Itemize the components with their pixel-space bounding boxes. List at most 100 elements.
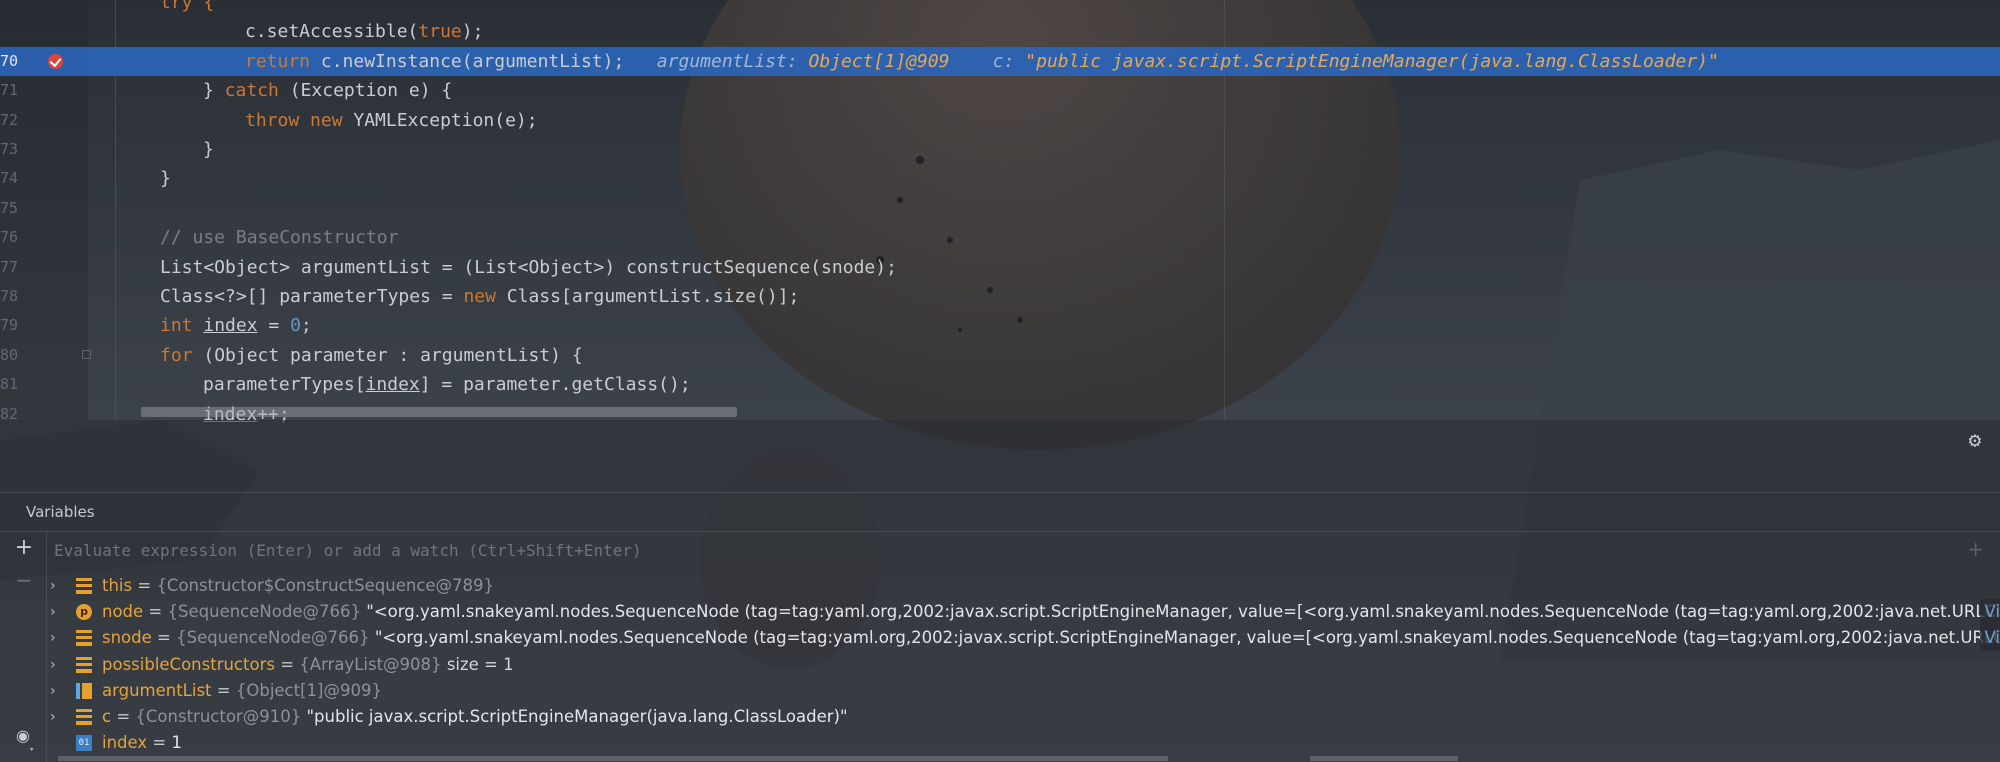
code-line[interactable]: try { (0, 0, 2000, 17)
chevron-right-icon[interactable]: › (50, 652, 64, 678)
variable-name: node (102, 602, 144, 622)
variables-side-toolbar: + − ◉ ▾ (0, 531, 47, 762)
breakpoint-check-icon[interactable] (48, 53, 63, 69)
variable-value: "<org.yaml.snakeyaml.nodes.SequenceNode … (374, 628, 2000, 648)
code-text: } (203, 135, 214, 164)
variable-row-argumentList[interactable]: › argumentList = {Object[1]@909} (46, 678, 2000, 704)
add-watch-plus-icon[interactable]: + (1967, 538, 1984, 560)
field-variable-icon (76, 630, 92, 647)
code-line[interactable]: 78 Class<?>[] parameterTypes = new Class[… (0, 282, 2000, 311)
variable-value: "<org.yaml.snakeyaml.nodes.SequenceNode … (366, 602, 2000, 622)
view-more-link[interactable]: Vi (1980, 625, 2000, 652)
scrollbar-thumb-secondary[interactable] (1310, 756, 1458, 761)
field-variable-icon (76, 709, 92, 725)
chevron-right-icon[interactable]: › (50, 704, 64, 730)
code-line[interactable]: 73} (0, 135, 2000, 164)
code-token: // use BaseConstructor (160, 227, 399, 249)
equals-sign: = (211, 680, 236, 700)
gear-icon[interactable]: ⚙ (1964, 429, 1986, 451)
param-variable-icon: p (76, 604, 92, 621)
code-line[interactable]: 79 int index = 0; (0, 311, 2000, 340)
code-token: for (160, 344, 204, 366)
code-editor[interactable]: try { c.setAccessible(true); 70 return c.ne… (0, 0, 2000, 425)
code-line-current-breakpoint[interactable]: 70 return c.newInstance(argumentList); ar… (0, 46, 2000, 76)
plus-icon[interactable]: + (13, 537, 35, 559)
code-token: return (245, 50, 321, 72)
line-number: 70 (0, 51, 19, 70)
code-token: (Object parameter : argumentList) { (203, 344, 583, 366)
equals-sign: = (132, 576, 157, 595)
variable-name: this (102, 576, 133, 595)
variables-horizontal-scrollbar[interactable] (0, 756, 2000, 762)
variable-text: c = {Constructor@910} "public javax.scri… (102, 704, 848, 730)
line-number: 79 (0, 316, 19, 335)
code-text: try { (160, 0, 214, 17)
code-token: try { (160, 0, 215, 13)
eye-icon[interactable]: ◉ (12, 728, 34, 744)
variable-row-this[interactable]: › this = {Constructor$ConstructSequence@7… (46, 573, 2000, 599)
chevron-right-icon[interactable]: › (50, 573, 64, 599)
line-number: 77 (0, 257, 19, 276)
code-token: int (160, 315, 204, 337)
variable-type: {Constructor@910} (135, 707, 302, 726)
variable-type: {Object[1]@909} (235, 680, 382, 700)
chevron-right-icon[interactable]: › (50, 599, 64, 625)
minus-icon[interactable]: − (15, 570, 33, 590)
code-text: int index = 0; (160, 311, 312, 340)
code-line[interactable]: 76 // use BaseConstructor (0, 223, 2000, 252)
variable-row-c[interactable]: › c = {Constructor@910} "public javax.scr… (46, 704, 2000, 730)
scrollbar-thumb[interactable] (58, 756, 1168, 761)
variables-title: Variables (26, 503, 95, 521)
variable-row-snode[interactable]: › snode = {SequenceNode@766} "<org.yaml.s… (46, 625, 2000, 652)
code-token: YAMLException(e); (353, 109, 538, 131)
line-number: 81 (0, 375, 19, 394)
eye-dropdown-caret-icon[interactable]: ▾ (29, 745, 34, 755)
variables-header: Variables (0, 493, 2000, 532)
code-line[interactable]: 80 for (Object parameter : argumentList) … (0, 341, 2000, 370)
variable-text: argumentList = {Object[1]@909} (102, 678, 382, 704)
code-token: } (203, 80, 225, 102)
line-number: 72 (0, 110, 19, 129)
code-text: for (Object parameter : argumentList) { (160, 341, 583, 370)
chevron-right-icon[interactable]: › (50, 678, 64, 704)
variable-text: index = 1 (102, 730, 182, 756)
code-token: 0 (290, 315, 301, 337)
variable-type: {ArrayList@908} (299, 654, 442, 674)
code-text: Class<?>[] parameterTypes = new Class[ar… (160, 282, 799, 311)
code-token: parameterTypes[ (203, 374, 366, 396)
code-token: c.newInstance(argumentList); (320, 50, 625, 72)
code-line[interactable]: 75 (0, 194, 2000, 223)
debug-toolbar: ⚙ (0, 420, 2000, 493)
inline-hint-label1: argumentList: (624, 50, 798, 72)
inline-hint-value1: Object[1]@909 (797, 50, 950, 72)
code-token: ); (461, 21, 484, 43)
code-line[interactable]: 74} (0, 164, 2000, 193)
code-token: ] = parameter.getClass(); (419, 374, 691, 396)
code-line[interactable]: 81 parameterTypes[index] = parameter.getC… (0, 370, 2000, 399)
fold-toggle-icon[interactable] (82, 349, 91, 359)
code-line[interactable]: 71} catch (Exception e) { (0, 76, 2000, 105)
watch-expression-input[interactable] (46, 532, 2000, 568)
code-line[interactable]: 77 List<Object> argumentList = (List<Obje… (0, 253, 2000, 282)
chevron-right-icon[interactable]: › (50, 625, 64, 651)
code-text: c.setAccessible(true); (245, 17, 483, 46)
code-token: true (418, 21, 462, 43)
variable-row-index[interactable]: 01 index = 1 (46, 730, 2000, 756)
code-line[interactable]: c.setAccessible(true); (0, 17, 2000, 46)
line-number: 71 (0, 81, 19, 100)
variable-text: node = {SequenceNode@766} "<org.yaml.sna… (102, 599, 2000, 625)
view-more-link[interactable]: Vi (1980, 599, 2000, 626)
code-token: } (160, 168, 171, 190)
variable-type: {Constructor$ConstructSequence@789} (156, 576, 495, 595)
variable-row-node[interactable]: › p node = {SequenceNode@766} "<org.yaml.s… (46, 599, 2000, 626)
code-token: catch (224, 80, 290, 102)
variable-row-possibleConstructors[interactable]: › possibleConstructors = {ArrayList@908} … (46, 652, 2000, 678)
line-number: 78 (0, 287, 19, 305)
editor-horizontal-scrollbar[interactable] (141, 407, 737, 417)
code-token: Class[argumentList.size()]; (506, 286, 800, 307)
line-number: 74 (0, 169, 19, 188)
code-line[interactable]: 72 throw new YAMLException(e); (0, 106, 2000, 135)
line-number: 73 (0, 140, 19, 158)
debug-tool-window: ⚙ Variables + − ◉ ▾ + › this = {Construct… (0, 420, 2000, 762)
equals-sign: = (274, 654, 300, 674)
